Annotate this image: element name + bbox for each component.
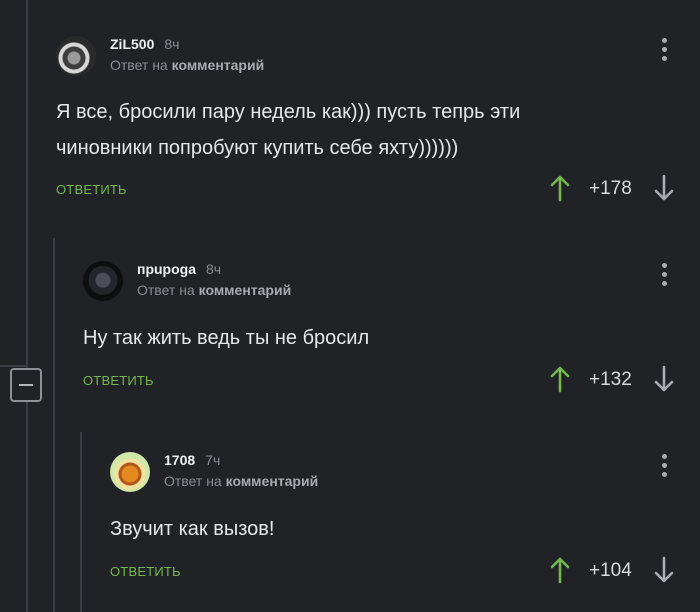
reply-prefix: Ответ на (110, 57, 168, 73)
thread-connector (0, 365, 26, 367)
comment-line: Звучит как вызов! (110, 518, 275, 540)
comment-time: 7ч (205, 452, 221, 468)
comment-line: Ну так жить ведь ты не бросил (83, 327, 370, 349)
thread-line (26, 0, 28, 612)
vote-block: +178 (549, 174, 689, 204)
arrow-down-icon[interactable] (653, 174, 675, 207)
reply-prefix: Ответ на (164, 473, 222, 489)
comment-time: 8ч (164, 36, 180, 52)
vote-score: +132 (589, 369, 632, 390)
comment-text: Я все, бросили пару недель как))) пусть … (56, 94, 520, 166)
arrow-down-icon[interactable] (653, 365, 675, 398)
avatar[interactable] (83, 261, 123, 301)
avatar[interactable] (56, 36, 96, 76)
vote-score: +104 (589, 560, 632, 581)
comment-time: 8ч (206, 261, 222, 277)
arrow-up-icon[interactable] (549, 174, 571, 207)
author-name[interactable]: 1708 (164, 452, 195, 468)
thread-line (53, 238, 55, 612)
comment-text: Звучит как вызов! (110, 511, 274, 547)
author-name[interactable]: прuрoga (137, 261, 196, 277)
comment-text: Ну так жить ведь ты не бросил (83, 320, 369, 356)
reply-prefix: Ответ на (137, 282, 195, 298)
arrow-up-icon[interactable] (549, 556, 571, 589)
more-vertical-icon (659, 38, 669, 61)
more-vertical-icon (659, 454, 669, 477)
more-options-button[interactable] (659, 38, 669, 66)
comment-author[interactable]: 1708 7ч (164, 452, 220, 468)
thread-line (80, 432, 82, 612)
comment-line: Я все, бросили пару недель как))) пусть … (56, 101, 521, 123)
reply-button[interactable]: ОТВЕТИТЬ (110, 564, 181, 579)
comment: прuрoga 8ч Ответ на комментарий Ну так жи… (83, 261, 700, 401)
author-name[interactable]: ZiL500 (110, 36, 154, 52)
vote-block: +104 (549, 556, 689, 586)
arrow-up-icon[interactable] (549, 365, 571, 398)
comment-author[interactable]: прuрoga 8ч (137, 261, 221, 277)
vote-score: +178 (589, 178, 632, 199)
vote-block: +132 (549, 365, 689, 395)
reply-meta: Ответ на комментарий (164, 473, 318, 489)
more-options-button[interactable] (659, 263, 669, 291)
arrow-down-icon[interactable] (653, 556, 675, 589)
comment: ZiL500 8ч Ответ на комментарий Я все, бро… (56, 36, 700, 216)
reply-meta: Ответ на комментарий (137, 282, 291, 298)
reply-target-link[interactable]: комментарий (226, 473, 319, 489)
reply-button[interactable]: ОТВЕТИТЬ (83, 373, 154, 388)
more-vertical-icon (659, 263, 669, 286)
comment-line: чиновники попробуют купить себе яхту))))… (56, 137, 459, 159)
reply-target-link[interactable]: комментарий (172, 57, 265, 73)
reply-button[interactable]: ОТВЕТИТЬ (56, 182, 127, 197)
reply-meta: Ответ на комментарий (110, 57, 264, 73)
reply-target-link[interactable]: комментарий (199, 282, 292, 298)
avatar[interactable] (110, 452, 150, 492)
comment-author[interactable]: ZiL500 8ч (110, 36, 179, 52)
collapse-button[interactable] (10, 368, 42, 402)
comment: 1708 7ч Ответ на комментарий Звучит как в… (110, 452, 700, 592)
more-options-button[interactable] (659, 454, 669, 482)
